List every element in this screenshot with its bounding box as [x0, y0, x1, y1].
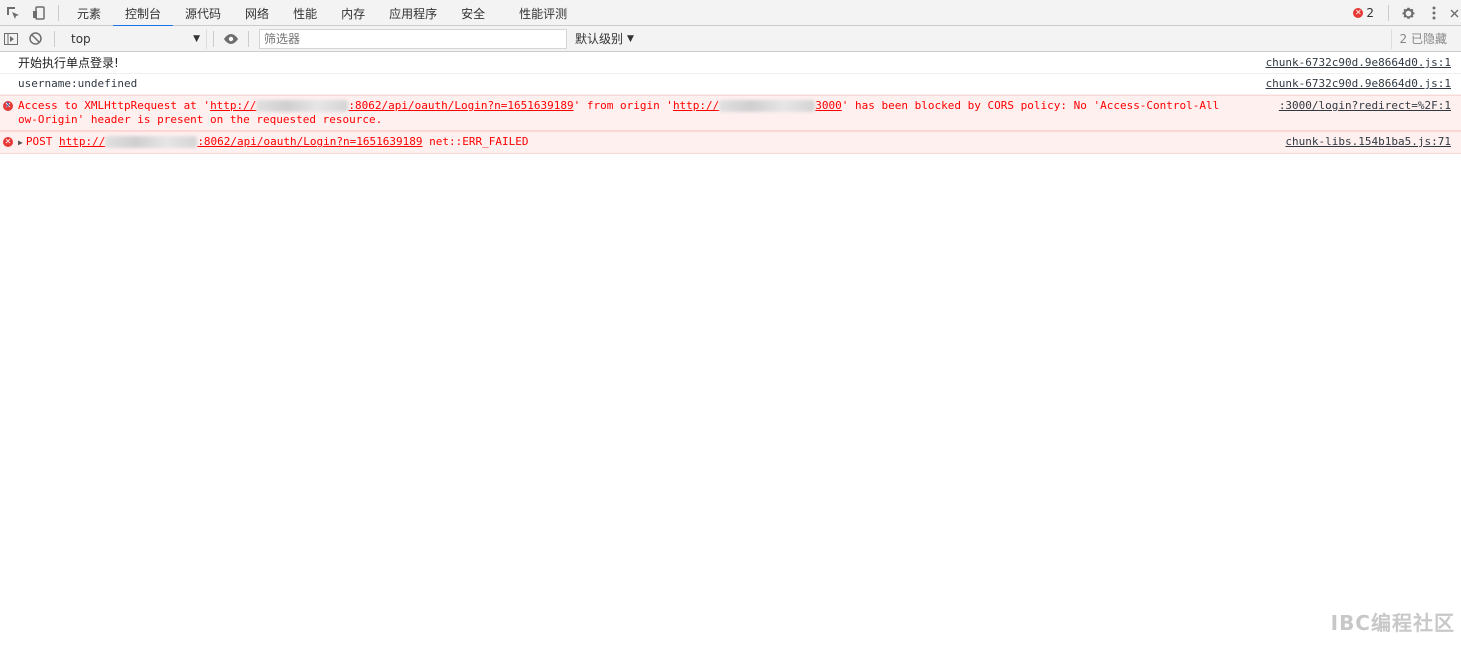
device-toolbar-icon[interactable]: [26, 0, 52, 26]
dropdown-arrow-icon: ▼: [193, 33, 200, 44]
source-link[interactable]: :3000/login?redirect=%2F:1: [1279, 99, 1451, 113]
log-message: username:undefined chunk-6732c90d.9e8664…: [0, 74, 1461, 95]
redacted-host: [105, 136, 198, 148]
log-message: 开始执行单点登录! chunk-6732c90d.9e8664d0.js:1: [0, 53, 1461, 74]
log-levels-dropdown[interactable]: 默认级别 ▼: [575, 30, 634, 47]
redacted-host: [256, 100, 349, 112]
redacted-host: [719, 100, 816, 112]
divider: [54, 30, 55, 47]
message-text: username:undefined: [18, 77, 138, 90]
tab-memory[interactable]: 内存: [329, 0, 377, 26]
console-messages: 开始执行单点登录! chunk-6732c90d.9e8664d0.js:1 u…: [0, 53, 1461, 154]
more-options-icon[interactable]: [1421, 0, 1447, 26]
divider: [213, 30, 214, 47]
tab-security[interactable]: 安全: [449, 0, 497, 26]
error-counter[interactable]: ✕ 2: [1345, 6, 1382, 20]
close-icon[interactable]: [1447, 0, 1461, 26]
dropdown-arrow-icon: ▼: [627, 33, 634, 44]
expand-triangle-icon[interactable]: ▶: [18, 138, 23, 147]
message-text: 开始执行单点登录!: [18, 56, 119, 70]
request-url-link[interactable]: http://:8062/api/oauth/Login?n=165163918…: [59, 135, 422, 148]
clear-console-icon[interactable]: [22, 26, 48, 52]
origin-url-link[interactable]: http://3000: [673, 99, 842, 112]
divider: [248, 30, 249, 47]
message-text: Access to XMLHttpRequest at 'http://:806…: [18, 99, 1220, 126]
error-icon: ✕: [3, 137, 13, 147]
inspect-element-icon[interactable]: [0, 0, 26, 26]
request-url-link[interactable]: http://:8062/api/oauth/Login?n=165163918…: [210, 99, 574, 112]
divider: [1388, 5, 1389, 21]
tab-lighthouse[interactable]: 性能评测: [507, 0, 579, 26]
tab-elements[interactable]: 元素: [65, 0, 113, 26]
tab-sources[interactable]: 源代码: [173, 0, 233, 26]
hidden-messages-count: 2 已隐藏: [1390, 28, 1461, 49]
tab-console[interactable]: 控制台: [113, 0, 174, 27]
watermark-logo: IBC编程社区: [1330, 611, 1455, 635]
error-icon: ✕: [1353, 8, 1364, 18]
tab-network[interactable]: 网络: [233, 0, 281, 26]
settings-gear-icon[interactable]: [1395, 0, 1421, 26]
console-toolbar: top ▼ 筛选器 默认级别 ▼ 2 已隐藏: [0, 26, 1461, 52]
message-text: ▶ POST http://:8062/api/oauth/Login?n=165…: [18, 135, 529, 148]
source-link[interactable]: chunk-6732c90d.9e8664d0.js:1: [1266, 56, 1451, 70]
live-expression-eye-icon[interactable]: [220, 26, 242, 52]
show-sidebar-icon[interactable]: [0, 26, 22, 52]
context-value: top: [71, 31, 91, 46]
error-count: 2: [1366, 6, 1374, 20]
error-message: ✕ ▶ POST http://:8062/api/oauth/Login?n=1…: [0, 131, 1461, 154]
source-link[interactable]: chunk-libs.154b1ba5.js:71: [1285, 135, 1451, 149]
source-link[interactable]: chunk-6732c90d.9e8664d0.js:1: [1266, 77, 1451, 91]
tab-performance[interactable]: 性能: [281, 0, 329, 26]
filter-input[interactable]: 筛选器: [259, 28, 567, 49]
context-select[interactable]: top ▼: [65, 28, 207, 49]
console-prompt-chevron-icon[interactable]: ›: [4, 97, 11, 111]
divider: [58, 5, 59, 21]
devtools-tabbar: 元素 控制台 源代码 网络 性能 内存 应用程序 安全 性能评测 ✕ 2: [0, 0, 1461, 27]
filter-placeholder: 筛选器: [264, 32, 301, 46]
error-message: ✕ Access to XMLHttpRequest at 'http://:8…: [0, 95, 1461, 131]
levels-label: 默认级别: [575, 32, 624, 46]
tab-application[interactable]: 应用程序: [377, 0, 449, 26]
